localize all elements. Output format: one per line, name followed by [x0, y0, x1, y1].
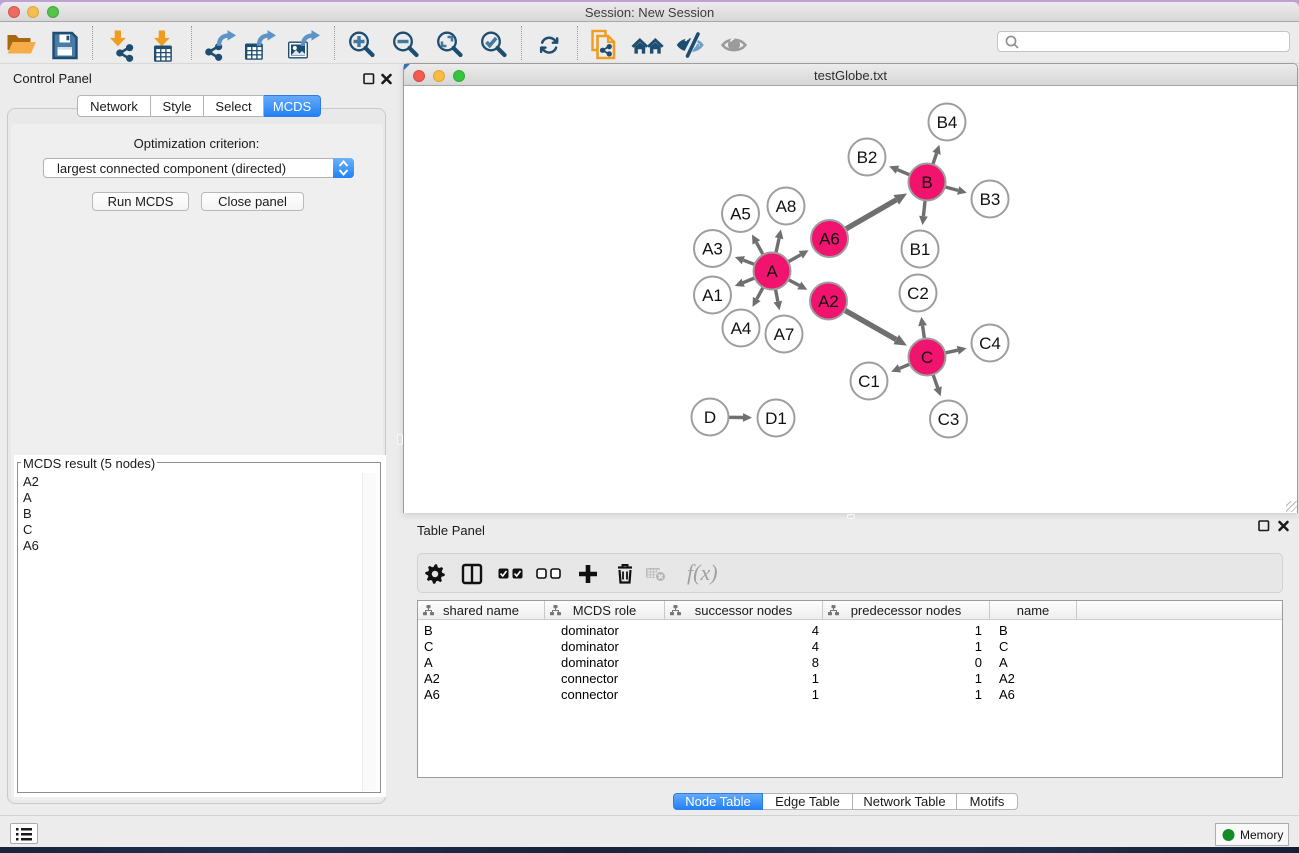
svg-text:C: C — [921, 348, 933, 367]
svg-text:D: D — [704, 408, 716, 427]
svg-text:A8: A8 — [776, 197, 797, 216]
svg-text:A3: A3 — [702, 240, 723, 259]
svg-text:A5: A5 — [730, 205, 751, 224]
svg-text:D1: D1 — [765, 409, 787, 428]
svg-text:C2: C2 — [907, 284, 929, 303]
svg-text:A: A — [766, 262, 778, 281]
svg-text:C3: C3 — [938, 410, 960, 429]
svg-text:B2: B2 — [857, 148, 878, 167]
svg-text:A1: A1 — [702, 286, 723, 305]
svg-text:C4: C4 — [979, 334, 1001, 353]
svg-text:B1: B1 — [910, 240, 931, 259]
svg-text:A2: A2 — [818, 292, 839, 311]
svg-text:A4: A4 — [731, 319, 752, 338]
svg-text:B3: B3 — [980, 190, 1001, 209]
svg-text:C1: C1 — [858, 372, 880, 391]
svg-text:B4: B4 — [937, 113, 958, 132]
svg-text:A7: A7 — [774, 325, 795, 344]
svg-text:A6: A6 — [819, 230, 840, 249]
svg-text:B: B — [921, 173, 932, 192]
